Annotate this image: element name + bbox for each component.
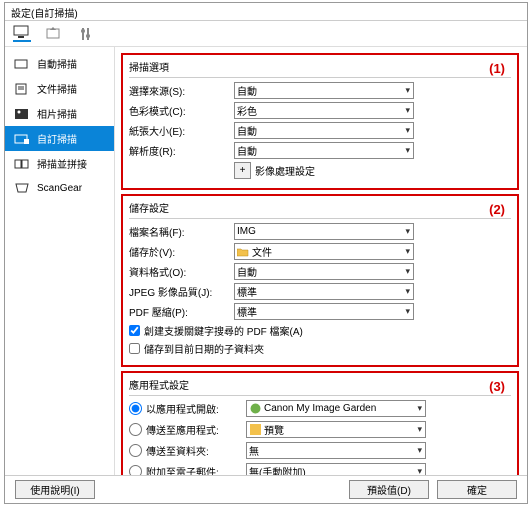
resolution-select[interactable]: 自動 — [234, 142, 414, 159]
sidebar-item-photo[interactable]: 相片掃描 — [5, 101, 114, 126]
ok-button[interactable]: 確定 — [437, 480, 517, 499]
filename-select[interactable]: IMG — [234, 223, 414, 240]
send-app-select[interactable]: 預覽 — [246, 421, 426, 438]
email-radio[interactable] — [129, 465, 142, 475]
expand-image-processing-button[interactable]: + — [234, 162, 251, 179]
sidebar-item-label: ScanGear — [37, 183, 82, 194]
scan-from-device-icon[interactable] — [45, 26, 63, 42]
filename-label: 檔案名稱(F): — [129, 224, 234, 239]
sidebar-item-label: 文件掃描 — [37, 81, 77, 96]
help-button[interactable]: 使用說明(I) — [15, 480, 95, 499]
section-marker-2: (2) — [489, 202, 505, 217]
open-with-radio[interactable] — [129, 402, 142, 415]
pdf-label: PDF 壓縮(P): — [129, 304, 234, 319]
open-with-label: 以應用程式開啟: — [146, 401, 246, 416]
sidebar-item-document[interactable]: 文件掃描 — [5, 76, 114, 101]
window-title: 設定(自訂掃描) — [11, 9, 78, 20]
email-select[interactable]: 無(手動附加) — [246, 463, 426, 475]
keyword-pdf-check[interactable] — [129, 325, 140, 336]
sidebar-item-label: 自訂掃描 — [37, 131, 77, 146]
image-processing-label: 影像處理設定 — [255, 163, 315, 178]
settings-window: 設定(自訂掃描) 自動掃描 文件掃描 相片掃描 — [4, 2, 528, 504]
date-subfolder-check[interactable] — [129, 343, 140, 354]
color-select[interactable]: 彩色 — [234, 102, 414, 119]
source-select[interactable]: 自動 — [234, 82, 414, 99]
send-app-radio[interactable] — [129, 423, 142, 436]
jpeg-select[interactable]: 標準 — [234, 283, 414, 300]
sidebar-item-stitch[interactable]: 掃描並拼接 — [5, 151, 114, 176]
sidebar: 自動掃描 文件掃描 相片掃描 自訂掃描 掃描並拼接 ScanGear — [5, 47, 115, 475]
toolbar — [5, 21, 527, 47]
format-select[interactable]: 自動 — [234, 263, 414, 280]
footer: 使用說明(I) 預設值(D) 確定 — [5, 475, 527, 503]
custom-scan-icon — [13, 132, 31, 146]
photo-scan-icon — [13, 107, 31, 121]
title-bar: 設定(自訂掃描) — [5, 3, 527, 21]
application-settings-section: (3) 應用程式設定 以應用程式開啟: Canon My Image Garde… — [121, 371, 519, 475]
content-area: 自動掃描 文件掃描 相片掃描 自訂掃描 掃描並拼接 ScanGear — [5, 47, 527, 475]
jpeg-label: JPEG 影像品質(J): — [129, 284, 234, 299]
document-scan-icon — [13, 82, 31, 96]
resolution-label: 解析度(R): — [129, 143, 234, 158]
open-with-select[interactable]: Canon My Image Garden — [246, 400, 426, 417]
default-button[interactable]: 預設值(D) — [349, 480, 429, 499]
sidebar-item-custom[interactable]: 自訂掃描 — [5, 126, 114, 151]
scan-options-section: (1) 掃描選項 選擇來源(S): 自動 色彩模式(C): 彩色 紙張大小(E)… — [121, 53, 519, 190]
send-folder-radio[interactable] — [129, 444, 142, 457]
send-folder-select[interactable]: 無 — [246, 442, 426, 459]
preview-app-icon — [249, 424, 261, 436]
send-folder-label: 傳送至資料夾: — [146, 443, 246, 458]
date-subfolder-checkbox[interactable]: 儲存到目前日期的子資料夾 — [129, 341, 511, 356]
main-panel: (1) 掃描選項 選擇來源(S): 自動 色彩模式(C): 彩色 紙張大小(E)… — [115, 47, 527, 475]
keyword-pdf-checkbox[interactable]: 創建支援關鍵字搜尋的 PDF 檔案(A) — [129, 323, 511, 338]
stitch-scan-icon — [13, 157, 31, 171]
save-settings-title: 儲存設定 — [129, 200, 511, 215]
email-label: 附加至電子郵件: — [146, 464, 246, 475]
folder-icon — [237, 246, 249, 258]
sidebar-item-scangear[interactable]: ScanGear — [5, 176, 114, 200]
paper-label: 紙張大小(E): — [129, 123, 234, 138]
color-label: 色彩模式(C): — [129, 103, 234, 118]
scan-from-pc-icon[interactable] — [13, 26, 31, 42]
section-marker-1: (1) — [489, 61, 505, 76]
sidebar-item-label: 自動掃描 — [37, 56, 77, 71]
auto-scan-icon — [13, 57, 31, 71]
savefolder-select[interactable]: 文件 — [234, 243, 414, 260]
sidebar-item-label: 掃描並拼接 — [37, 156, 87, 171]
scangear-icon — [13, 181, 31, 195]
scan-options-title: 掃描選項 — [129, 59, 511, 74]
save-settings-section: (2) 儲存設定 檔案名稱(F): IMG 儲存於(V): 文件 資料格式(O)… — [121, 194, 519, 367]
savefolder-label: 儲存於(V): — [129, 244, 234, 259]
sidebar-item-auto[interactable]: 自動掃描 — [5, 51, 114, 76]
paper-select[interactable]: 自動 — [234, 122, 414, 139]
format-label: 資料格式(O): — [129, 264, 234, 279]
settings-tools-icon[interactable] — [77, 26, 95, 42]
send-app-label: 傳送至應用程式: — [146, 422, 246, 437]
canon-app-icon — [249, 403, 261, 415]
app-settings-title: 應用程式設定 — [129, 377, 511, 392]
section-marker-3: (3) — [489, 379, 505, 394]
pdf-select[interactable]: 標準 — [234, 303, 414, 320]
source-label: 選擇來源(S): — [129, 83, 234, 98]
sidebar-item-label: 相片掃描 — [37, 106, 77, 121]
